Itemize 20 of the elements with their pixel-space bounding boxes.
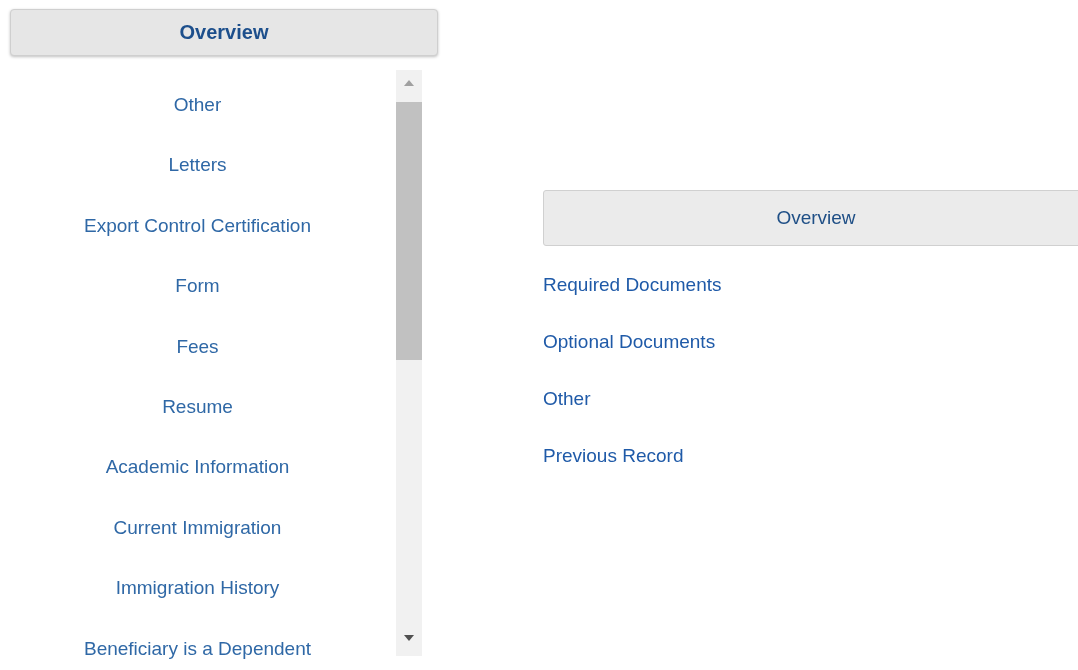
nav-link[interactable]: Fees [176, 331, 219, 392]
nav-link[interactable]: Previous Record [543, 445, 684, 502]
scroll-up-icon[interactable] [404, 80, 414, 86]
nav-link[interactable]: Academic Information [105, 452, 290, 513]
nav-link[interactable]: Required Documents [543, 274, 722, 331]
nav-link[interactable]: Immigration History [115, 573, 280, 634]
overview-header-button[interactable]: Overview [10, 9, 438, 56]
nav-link[interactable]: Other [173, 90, 222, 151]
nav-link[interactable]: Other [543, 388, 591, 445]
nav-link[interactable]: Form [175, 271, 220, 332]
nav-link[interactable]: Letters [168, 150, 227, 211]
scrollbar-thumb[interactable] [396, 102, 422, 360]
scroll-down-icon[interactable] [404, 635, 414, 641]
nav-link[interactable]: Current Immigration [113, 512, 282, 574]
overview-header-button[interactable]: Overview [543, 190, 1078, 246]
nav-link[interactable]: Beneficiary is a Dependent [83, 633, 312, 670]
nav-link[interactable]: Resume [162, 391, 233, 453]
nav-link[interactable]: Optional Documents [543, 331, 716, 388]
scrollbar[interactable] [396, 70, 422, 656]
nav-link[interactable]: Export Control Certification [83, 210, 311, 272]
